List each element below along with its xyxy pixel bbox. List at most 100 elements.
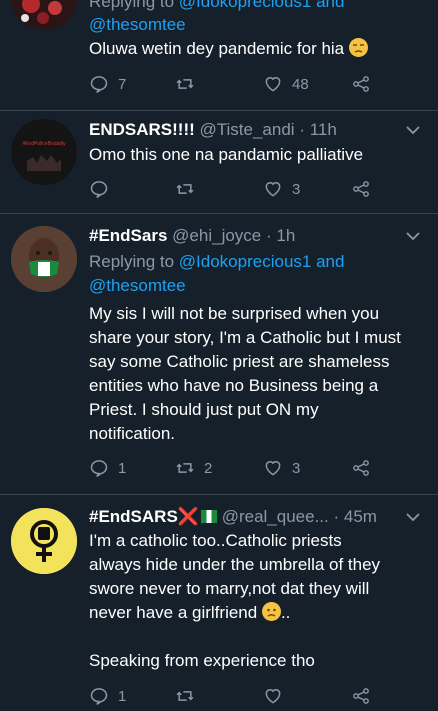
avatar-image (11, 226, 77, 292)
replying-handles[interactable]: @Idokoprecious1 and (179, 252, 345, 271)
avatar[interactable] (11, 0, 77, 30)
share-button[interactable] (351, 177, 371, 201)
reply-count: 1 (118, 687, 127, 705)
like-count: 48 (292, 75, 309, 93)
heart-icon (265, 461, 281, 476)
tweet-text-line: My sis I will not be surprised when you (89, 304, 380, 323)
heart-icon (265, 182, 281, 197)
reply-button[interactable]: 1 (89, 456, 126, 480)
avatar-image (11, 0, 77, 30)
replying-handles[interactable]: @Idokoprecious1 and (179, 0, 345, 11)
tweet-text-line: share your story, I'm a Catholic but I m… (89, 328, 401, 347)
share-button[interactable] (351, 72, 371, 96)
reply-count: 1 (118, 459, 127, 477)
retweet-button[interactable] (175, 177, 195, 201)
tweet-actions: 3 (89, 177, 389, 201)
reply-button[interactable]: 1 (89, 684, 126, 708)
tweet-3[interactable]: #EndSars @ehi_joyce · 1h Replying to @Id… (0, 214, 438, 494)
replying-prefix: Replying to (89, 252, 175, 271)
retweet-icon (176, 691, 194, 701)
chevron-down-icon[interactable] (406, 512, 420, 522)
heart-icon (265, 77, 281, 92)
retweet-icon (176, 184, 194, 194)
chevron-down-icon[interactable] (406, 231, 420, 241)
retweet-button[interactable] (175, 684, 195, 708)
tweet-text-line: swore never to marry,not dat they will (89, 579, 370, 598)
reply-icon (90, 688, 108, 705)
like-button[interactable]: 48 (263, 72, 309, 96)
tweet-header: #EndSARS❌ @real_quee... · 45m (89, 505, 430, 529)
tweet-text: I'm a catholic too..Catholic priests alw… (89, 529, 428, 673)
tweet-text: My sis I will not be surprised when you … (89, 302, 428, 446)
avatar[interactable] (11, 508, 77, 574)
replying-to: Replying to @Idokoprecious1 and (89, 0, 430, 14)
share-icon (353, 688, 369, 704)
reply-count: 7 (118, 75, 127, 93)
avatar-caption: #EndPoliceBrutality (22, 141, 66, 147)
tweet-text-line: Speaking from experience tho (89, 651, 315, 670)
display-name[interactable]: #EndSARS (89, 507, 178, 526)
tweet-text-line: Priest. I should just put ON my (89, 400, 319, 419)
like-button[interactable]: 3 (263, 177, 300, 201)
tweet-text-line: say some Catholic priest are shameless (89, 352, 390, 371)
tweet-text-suffix: .. (280, 603, 291, 622)
worried-face-emoji (261, 602, 281, 621)
tweet-text: Oluwa wetin dey pandemic for hia (89, 37, 428, 61)
display-name[interactable]: ENDSARS!!!! (89, 120, 195, 139)
timestamp[interactable]: · 11h (299, 120, 337, 139)
tweet-actions: 7 48 (89, 72, 389, 96)
tweet-text-body: Oluwa wetin dey pandemic for hia (89, 39, 345, 58)
tweet-1[interactable]: Replying to @Idokoprecious1 and @thesomt… (0, 0, 438, 110)
tweet-text-line: notification. (89, 424, 175, 443)
nigeria-flag-icon (200, 510, 217, 523)
handle[interactable]: @ehi_joyce (172, 226, 261, 245)
tweet-text: Omo this one na pandamic palliative (89, 145, 364, 164)
timestamp[interactable]: · 45m (333, 507, 376, 526)
tweet-2[interactable]: #EndPoliceBrutality ENDSARS!!!! @Tiste_a… (0, 111, 438, 213)
avatar[interactable] (11, 226, 77, 292)
share-icon (353, 181, 369, 197)
like-button[interactable]: 3 (263, 456, 300, 480)
reply-button[interactable] (89, 177, 109, 201)
heart-icon (265, 689, 281, 704)
tweet-text-line: always hide under the umbrella of they (89, 555, 381, 574)
share-icon (353, 460, 369, 476)
like-button[interactable] (263, 684, 283, 708)
reply-icon (90, 181, 108, 198)
chevron-down-icon[interactable] (406, 125, 420, 135)
reply-icon (90, 76, 108, 93)
reply-button[interactable]: 7 (89, 72, 126, 96)
avatar-image: #EndPoliceBrutality (11, 119, 77, 185)
display-name[interactable]: #EndSars (89, 226, 167, 245)
replying-handle-2[interactable]: @thesomtee (89, 15, 186, 34)
retweet-button[interactable] (175, 72, 195, 96)
share-button[interactable] (351, 684, 371, 708)
handle[interactable]: @Tiste_andi (200, 120, 295, 139)
like-count: 3 (292, 459, 301, 477)
avatar[interactable]: #EndPoliceBrutality (11, 119, 77, 185)
retweet-button[interactable]: 2 (175, 456, 212, 480)
tweet-actions: 1 (89, 684, 389, 708)
tweet-text-line: entities who have no Business being a (89, 376, 379, 395)
tweet-text-line: never have a girlfriend .. (89, 601, 428, 625)
reply-icon (90, 460, 108, 477)
tweet-header: #EndSars @ehi_joyce · 1h (89, 224, 430, 248)
unamused-face-emoji (348, 38, 368, 57)
share-button[interactable] (351, 456, 371, 480)
like-count: 3 (292, 180, 301, 198)
retweet-icon (176, 79, 194, 89)
tweet-text-fragment: never have a girlfriend (89, 603, 258, 622)
timestamp[interactable]: · 1h (266, 226, 295, 245)
retweet-icon (176, 463, 194, 473)
replying-handle-2[interactable]: @thesomtee (89, 276, 186, 295)
handle[interactable]: @real_quee... (222, 507, 329, 526)
tweet-text-line: I'm a catholic too..Catholic priests (89, 531, 342, 550)
retweet-count: 2 (204, 459, 213, 477)
replying-prefix: Replying to (89, 0, 175, 11)
tweet-header: ENDSARS!!!! @Tiste_andi · 11h (89, 118, 430, 142)
female-fist-icon (11, 508, 77, 574)
share-icon (353, 76, 369, 92)
replying-to: Replying to @Idokoprecious1 and (89, 250, 430, 274)
tweet-actions: 1 2 3 (89, 456, 389, 480)
tweet-4[interactable]: #EndSARS❌ @real_quee... · 45m I'm a cath… (0, 495, 438, 711)
